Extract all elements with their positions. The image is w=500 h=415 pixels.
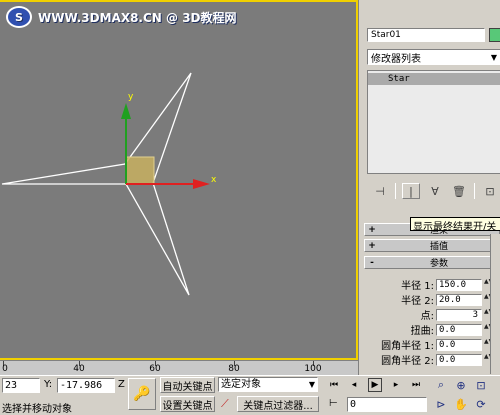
- goto-start-icon[interactable]: ⏮: [327, 378, 341, 392]
- stack-toolbar: ⊣ | ∀ 🗑 ⊡: [367, 181, 500, 201]
- prompt-text: 选择并移动对象: [2, 404, 72, 415]
- current-frame-field[interactable]: 0: [347, 397, 427, 412]
- configure-sets-icon[interactable]: ⊡: [481, 183, 499, 199]
- show-end-result-icon[interactable]: |: [402, 183, 420, 199]
- param-label: 半径 2:: [401, 296, 434, 307]
- y-label: Y:: [44, 379, 53, 390]
- expand-icon: +: [368, 240, 376, 251]
- timeline-tick-label: 80: [228, 364, 240, 374]
- object-name-field[interactable]: Star01: [367, 28, 485, 42]
- distortion-input[interactable]: 0.0: [436, 323, 482, 336]
- viewport-scene[interactable]: y x: [0, 2, 356, 360]
- site-watermark: S WWW.3DMAX8.CN @ 3D教程网: [6, 6, 237, 28]
- zoom-extents-icon[interactable]: ⊡: [474, 378, 488, 392]
- make-unique-icon[interactable]: ∀: [426, 183, 444, 199]
- gizmo-x-arrow[interactable]: [193, 179, 210, 189]
- remove-modifier-icon[interactable]: 🗑: [450, 183, 468, 199]
- timeline-tick-label: 100: [304, 364, 322, 374]
- param-radius-2: 半径 2: 20.0 ▲▼: [364, 293, 500, 307]
- collapse-icon: -: [370, 257, 374, 268]
- dropdown-arrow-icon: ▼: [308, 380, 315, 389]
- object-color-swatch[interactable]: [489, 28, 500, 42]
- rollout-interpolation[interactable]: + 插值: [364, 239, 500, 252]
- radius-2-input[interactable]: 20.0: [436, 293, 482, 306]
- param-distortion: 扭曲: 0.0 ▲▼: [364, 323, 500, 337]
- selection-set-dropdown[interactable]: 选定对象 ▼: [218, 377, 318, 392]
- param-label: 扭曲:: [410, 326, 434, 337]
- x-coordinate-field[interactable]: 23: [2, 378, 40, 393]
- goto-end-icon[interactable]: ⏭: [409, 378, 423, 392]
- key-filters-button[interactable]: 关键点过滤器...: [237, 396, 319, 412]
- param-points: 点: 3 ▲▼: [364, 308, 500, 322]
- stack-item-star[interactable]: Star: [368, 73, 500, 85]
- pan-icon[interactable]: ✋: [454, 397, 468, 411]
- gizmo-y-arrow[interactable]: [121, 103, 131, 119]
- param-radius-1: 半径 1: 150.0 ▲▼: [364, 278, 500, 292]
- fillet-radius-2-input[interactable]: 0.0: [436, 353, 482, 366]
- auto-key-button[interactable]: 自动关键点: [160, 377, 215, 393]
- gizmo-xy-plane[interactable]: [125, 156, 155, 185]
- points-input[interactable]: 3: [436, 308, 482, 321]
- perspective-viewport[interactable]: y x S WWW.3DMAX8.CN @ 3D教程网: [0, 0, 358, 360]
- fillet-radius-1-input[interactable]: 0.0: [436, 338, 482, 351]
- next-frame-icon[interactable]: ▸: [389, 378, 403, 392]
- param-fillet-radius-2: 圆角半径 2: 0.0 ▲▼: [364, 353, 500, 367]
- rollout-title: 插值: [429, 242, 448, 252]
- param-label: 半径 1:: [401, 281, 434, 292]
- key-filter-icon: ⟋: [221, 397, 229, 410]
- field-of-view-icon[interactable]: ⊳: [434, 397, 448, 411]
- timeline-tick-label: 0: [2, 364, 8, 374]
- tooltip-show-end-result: 显示最终结果开/关: [410, 217, 500, 231]
- modifier-list-dropdown[interactable]: 修改器列表 ▼: [367, 49, 500, 65]
- timeline-tick-label: 60: [149, 364, 161, 374]
- watermark-text: WWW.3DMAX8.CN @ 3D教程网: [38, 10, 237, 25]
- rollout-parameters[interactable]: - 参数: [364, 256, 500, 269]
- z-label: Z: [118, 379, 125, 390]
- param-label: 圆角半径 1:: [381, 341, 434, 352]
- prev-frame-icon[interactable]: ◂: [347, 378, 361, 392]
- radius-1-input[interactable]: 150.0: [436, 278, 482, 291]
- toolbar-divider: [474, 183, 475, 199]
- timeline-tick-label: 40: [73, 364, 85, 374]
- y-coordinate-field[interactable]: -17.986: [57, 378, 115, 393]
- pin-stack-icon[interactable]: ⊣: [371, 183, 389, 199]
- toolbar-divider: [395, 183, 396, 199]
- play-icon[interactable]: ▶: [368, 378, 382, 392]
- param-label: 圆角半径 2:: [381, 356, 434, 367]
- panel-scrollbar[interactable]: [490, 234, 500, 374]
- status-bar: 23 Y: -17.986 Z 选择并移动对象 🔑 自动关键点 设置关键点 选定…: [0, 375, 500, 415]
- param-fillet-radius-1: 圆角半径 1: 0.0 ▲▼: [364, 338, 500, 352]
- timeline-track[interactable]: 0 40 60 80 100: [0, 360, 358, 375]
- selection-set-value: 选定对象: [221, 379, 261, 390]
- rollout-title: 参数: [429, 259, 448, 269]
- site-logo-icon: S: [6, 6, 32, 28]
- gizmo-y-label: y: [128, 92, 134, 102]
- zoom-icon[interactable]: ⌕: [434, 378, 448, 392]
- set-key-button[interactable]: 设置关键点: [160, 396, 215, 412]
- expand-icon: +: [368, 224, 376, 235]
- key-mode-toggle-icon[interactable]: ⊢: [329, 398, 338, 409]
- key-mode-icon[interactable]: 🔑: [128, 378, 156, 410]
- gizmo-x-label: x: [211, 175, 217, 185]
- arc-rotate-icon[interactable]: ⟳: [474, 397, 488, 411]
- param-label: 点:: [420, 311, 434, 322]
- zoom-all-icon[interactable]: ⊕: [454, 378, 468, 392]
- modifier-list-label: 修改器列表: [371, 53, 421, 65]
- modifier-stack[interactable]: Star: [367, 70, 500, 174]
- dropdown-arrow-icon: ▼: [490, 52, 497, 62]
